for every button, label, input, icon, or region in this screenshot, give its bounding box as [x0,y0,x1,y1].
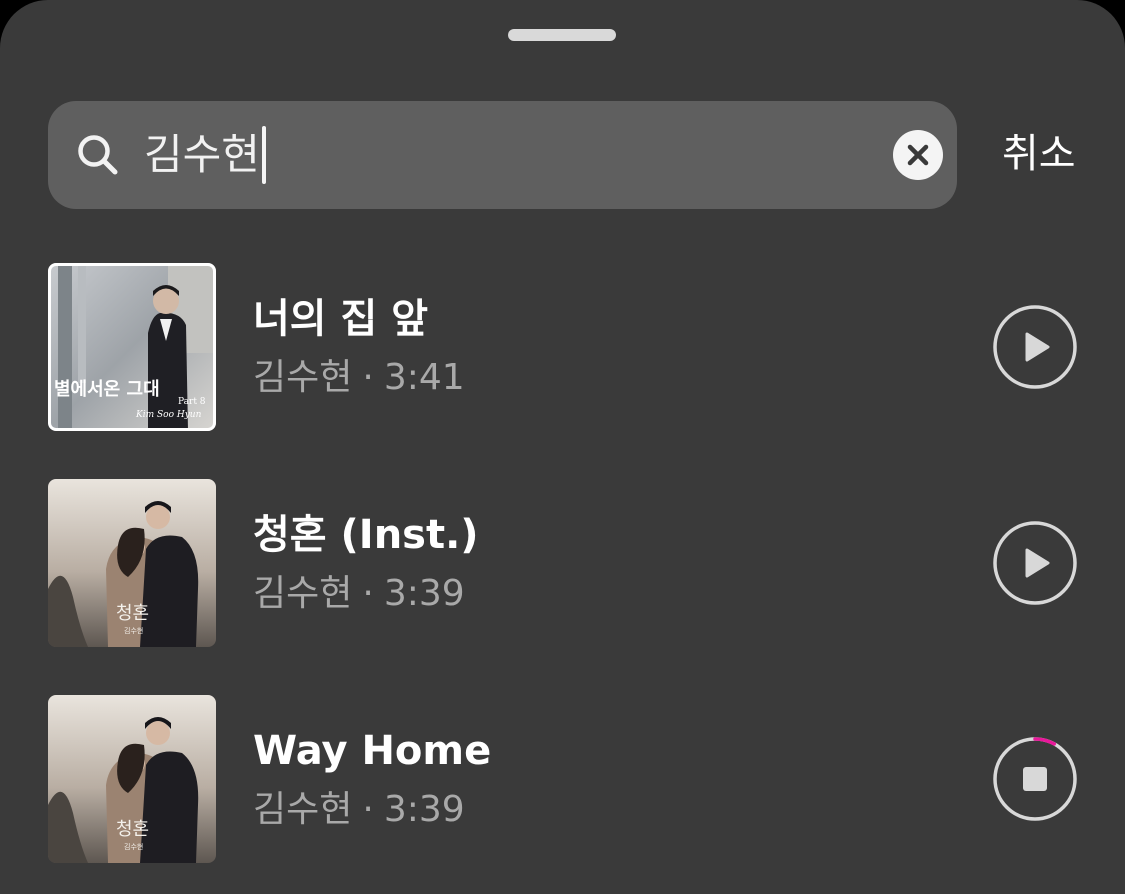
track-row[interactable]: 청혼 김수현 Way Home 김수현 · 3:39 [48,695,1078,863]
track-duration: 3:39 [383,573,465,614]
search-input[interactable]: 김수현 [144,125,266,185]
text-cursor [261,126,266,184]
album-caption-text: 김수현 [124,627,143,635]
cancel-button[interactable]: 취소 [1002,126,1076,182]
track-meta: 김수현 · 3:41 [253,354,465,402]
separator-dot: · [362,789,374,830]
stop-icon [1023,767,1047,791]
album-art: 별에서온 그대 Kim Soo Hyun Part 8 [48,263,216,431]
play-icon [1025,548,1050,578]
search-icon [78,135,118,175]
play-icon [1025,332,1050,362]
track-title: Way Home [253,728,492,774]
track-duration: 3:39 [383,789,465,830]
album-title-text: 청혼 [116,603,149,624]
separator-dot: · [362,357,374,398]
album-art: 청혼 김수현 [48,479,216,647]
track-row[interactable]: 청혼 김수현 청혼 (Inst.) 김수현 · 3:39 [48,479,1078,647]
separator-dot: · [362,573,374,614]
album-title-text: 청혼 [116,819,149,840]
track-meta: 김수현 · 3:39 [253,786,465,834]
selected-border [48,263,216,431]
track-row[interactable]: 별에서온 그대 Kim Soo Hyun Part 8 너의 집 앞 김수현 · 3… [48,263,1078,431]
track-duration: 3:41 [383,357,465,398]
stop-button[interactable] [993,737,1077,821]
clear-search-button[interactable] [893,130,943,180]
search-query-text: 김수현 [144,130,260,179]
track-title: 너의 집 앞 [253,296,429,342]
play-button[interactable] [993,521,1077,605]
close-icon [907,144,929,166]
play-button[interactable] [993,305,1077,389]
album-art: 청혼 김수현 [48,695,216,863]
album-caption-text: 김수현 [124,843,143,851]
track-meta: 김수현 · 3:39 [253,570,465,618]
track-artist: 김수현 [253,789,353,830]
track-title: 청혼 (Inst.) [253,512,479,558]
track-artist: 김수현 [253,357,353,398]
search-bar[interactable]: 김수현 [48,101,957,209]
music-search-sheet: 김수현 취소 별에서온 그대 Kim Soo Hyun Part 8 너의 집 … [0,0,1125,894]
track-artist: 김수현 [253,573,353,614]
sheet-grabber-handle[interactable] [508,29,616,41]
